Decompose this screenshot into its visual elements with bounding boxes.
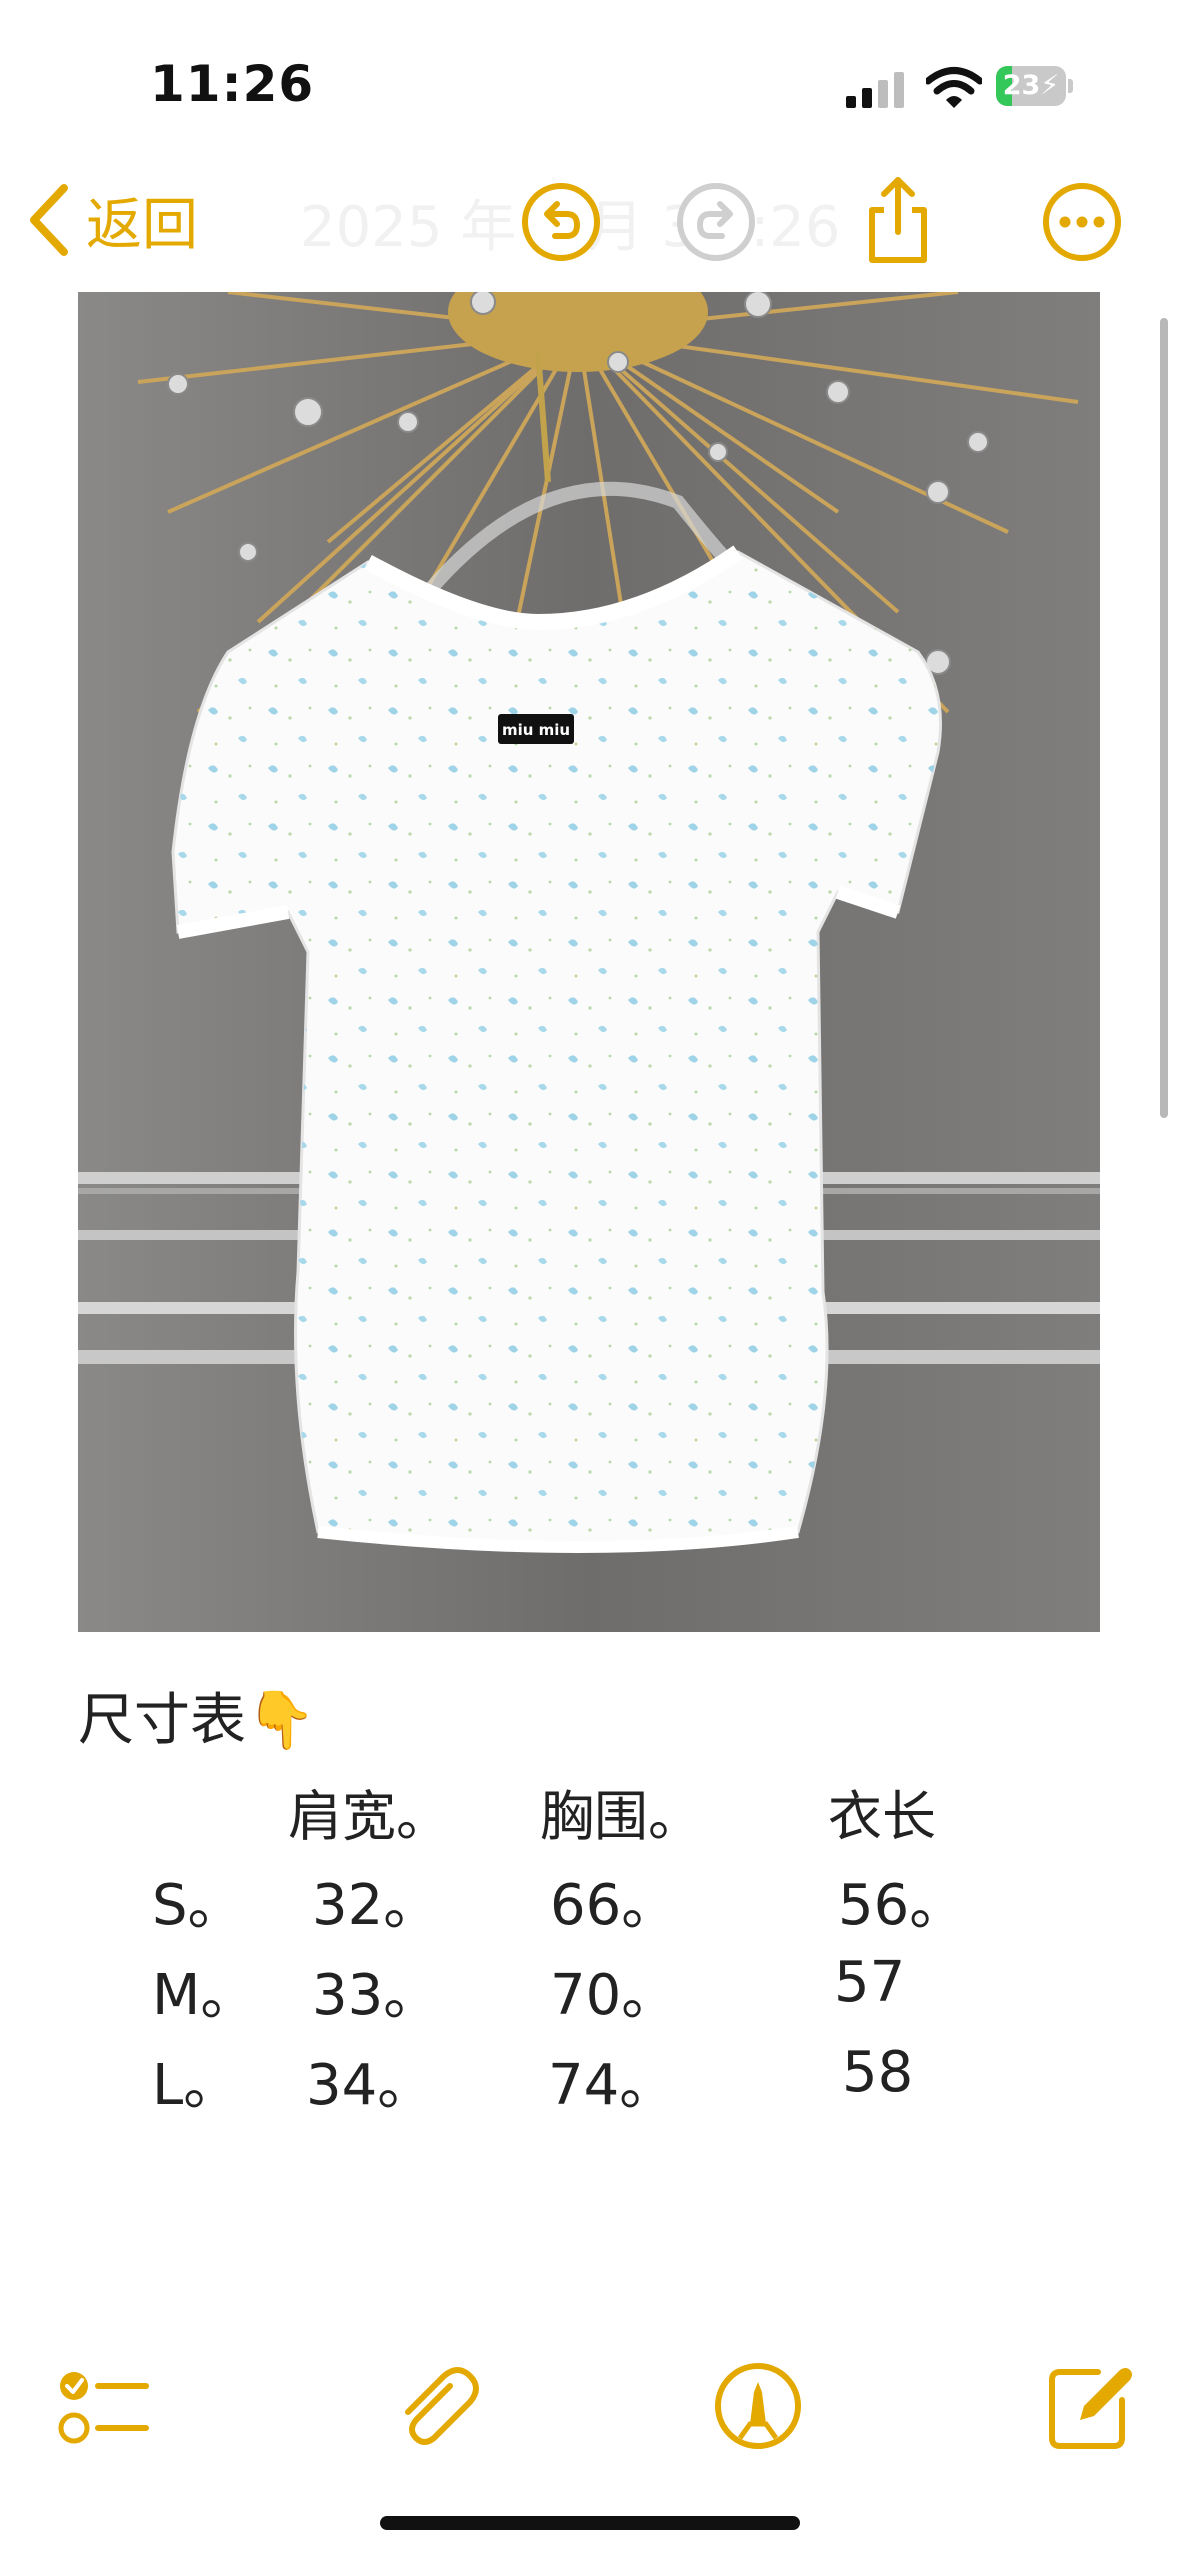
share-icon[interactable] xyxy=(856,172,940,268)
brand-label: miu miu xyxy=(502,721,570,739)
row-s-length: 56。 xyxy=(838,1873,966,1938)
chevron-left-icon xyxy=(30,184,68,256)
battery-percent: 23 xyxy=(1002,70,1041,101)
tshirt-image: miu miu xyxy=(78,292,1100,1632)
row-size-m: M。 xyxy=(152,1963,257,2028)
row-s-shoulder: 32。 xyxy=(312,1873,440,1938)
row-m-chest: 70。 xyxy=(550,1963,678,2028)
status-time: 11:26 xyxy=(150,55,315,113)
row-s-chest: 66。 xyxy=(550,1873,678,1938)
compose-icon[interactable] xyxy=(1040,2358,1136,2454)
size-chart-title: 尺寸表👇 xyxy=(78,1688,316,1753)
undo-icon[interactable] xyxy=(519,180,603,264)
row-m-shoulder: 33。 xyxy=(312,1963,440,2028)
header-shoulder: 肩宽。 xyxy=(288,1785,450,1848)
cellular-signal-icon xyxy=(846,72,904,108)
back-label: 返回 xyxy=(86,192,198,258)
header-length: 衣长 xyxy=(828,1785,936,1848)
row-l-chest: 74。 xyxy=(548,2053,676,2118)
wifi-icon xyxy=(926,67,982,108)
redo-icon[interactable] xyxy=(674,180,758,264)
home-indicator[interactable] xyxy=(380,2516,800,2530)
header-chest: 胸围。 xyxy=(540,1785,702,1848)
row-l-shoulder: 34。 xyxy=(306,2053,434,2118)
markup-pen-icon[interactable] xyxy=(710,2358,806,2454)
row-l-length: 58 xyxy=(842,2040,914,2105)
tshirt-photo[interactable]: miu miu xyxy=(78,292,1100,1632)
more-icon[interactable] xyxy=(1040,180,1124,264)
scroll-indicator[interactable] xyxy=(1160,318,1168,1118)
row-size-s: S。 xyxy=(152,1873,244,1938)
back-button[interactable]: 返回 xyxy=(26,180,198,260)
row-m-length: 57 xyxy=(834,1950,906,2015)
battery-charging-icon: 23⚡ xyxy=(996,66,1074,106)
row-size-l: L。 xyxy=(152,2053,240,2118)
paperclip-icon[interactable] xyxy=(386,2358,482,2454)
checklist-icon[interactable] xyxy=(54,2358,150,2454)
